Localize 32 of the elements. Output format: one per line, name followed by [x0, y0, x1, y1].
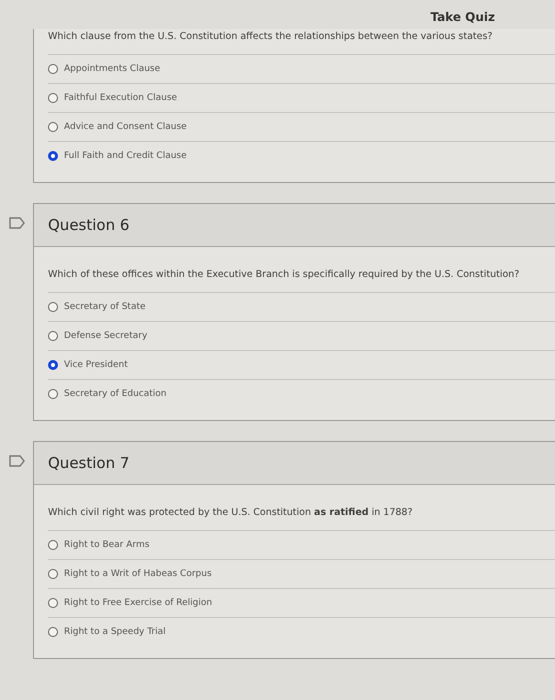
answer-label[interactable]: Defense Secretary	[64, 331, 148, 341]
answer-label[interactable]: Right to a Speedy Trial	[64, 627, 166, 637]
radio-button[interactable]	[48, 302, 58, 312]
radio-button[interactable]	[48, 64, 58, 74]
answer-label[interactable]: Advice and Consent Clause	[64, 122, 187, 132]
answer-label[interactable]: Faithful Execution Clause	[64, 93, 178, 103]
radio-button[interactable]	[48, 598, 58, 608]
question-text: Which civil right was protected by the U.S. Constitution as ratified in 1788?	[47, 506, 414, 520]
radio-button[interactable]	[48, 151, 58, 161]
question-text: Which clause from the U.S. Constitution affects the relationships between the various states?	[47, 30, 494, 44]
answer-label[interactable]: Right to Free Exercise of Religion	[64, 598, 212, 608]
radio-button[interactable]	[48, 389, 58, 399]
radio-button[interactable]	[48, 93, 58, 103]
bookmark-icon[interactable]	[8, 455, 24, 467]
radio-button[interactable]	[48, 540, 58, 550]
answer-label[interactable]: Secretary of State	[64, 302, 146, 312]
answer-label[interactable]: Right to Bear Arms	[64, 540, 150, 550]
question-title: Question 6	[34, 204, 555, 247]
radio-button[interactable]	[48, 627, 58, 637]
radio-button[interactable]	[48, 331, 58, 341]
radio-button[interactable]	[48, 122, 58, 132]
page-title: Take Quiz	[430, 10, 495, 26]
radio-button[interactable]	[48, 569, 58, 579]
bookmark-icon[interactable]	[8, 217, 24, 229]
answer-label[interactable]: Appointments Clause	[64, 64, 160, 74]
radio-button[interactable]	[48, 360, 58, 370]
question-text: Which of these offices within the Executive Branch is specifically required by the U.S. Constitution?	[47, 268, 520, 282]
question-title: Question 7	[34, 442, 555, 485]
answer-label[interactable]: Vice President	[64, 360, 128, 370]
answer-label[interactable]: Full Faith and Credit Clause	[64, 151, 187, 161]
answer-label[interactable]: Right to a Writ of Habeas Corpus	[64, 569, 212, 579]
answer-label[interactable]: Secretary of Education	[64, 389, 167, 399]
